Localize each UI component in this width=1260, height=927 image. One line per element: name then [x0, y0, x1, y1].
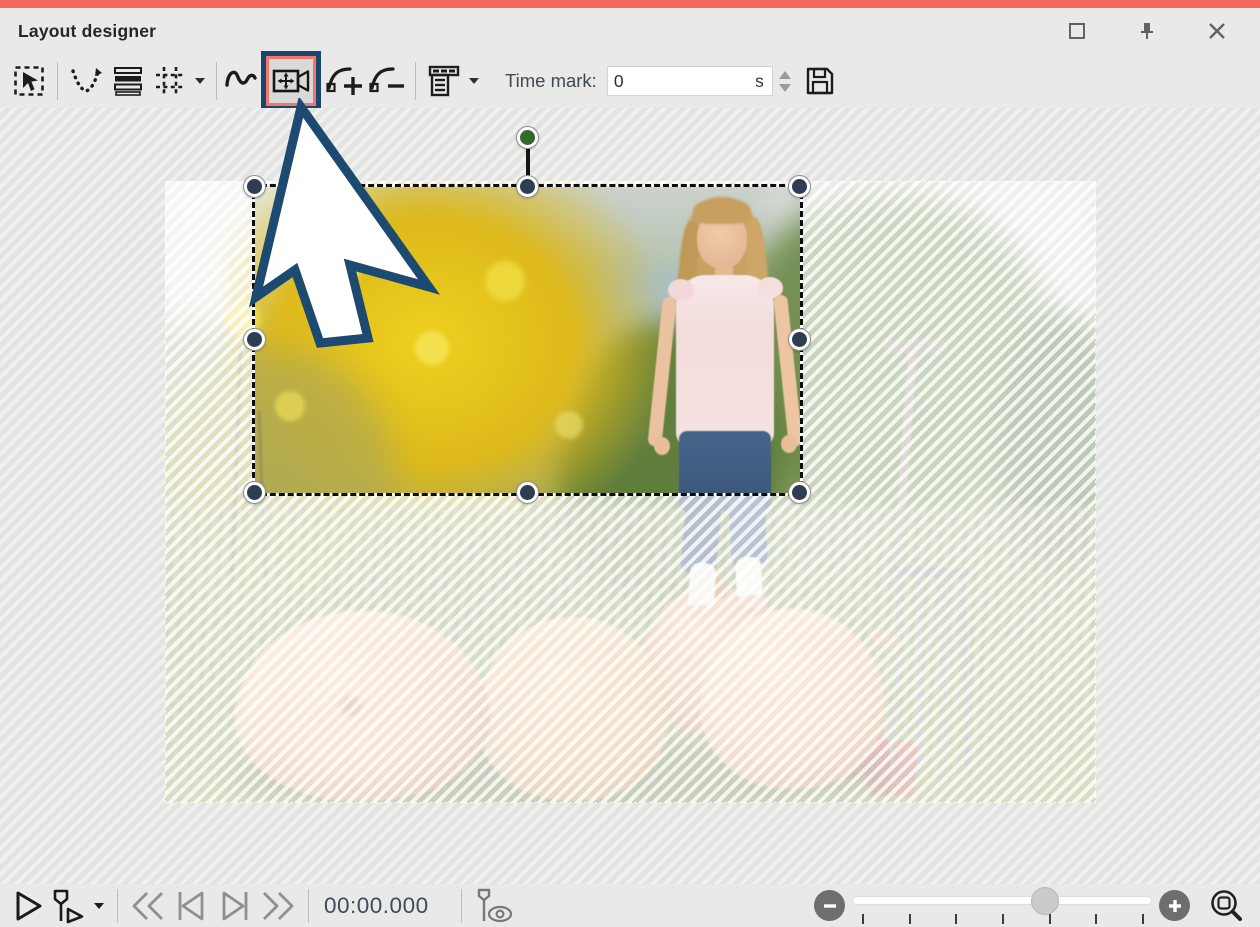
pin-icon	[1137, 21, 1157, 41]
maximize-button[interactable]	[1062, 16, 1092, 46]
selection-handle-bottom-left[interactable]	[244, 482, 265, 503]
slider-tick	[955, 914, 957, 924]
play-from-marker-icon	[51, 888, 87, 924]
marker-visibility-button[interactable]	[471, 886, 519, 926]
minus-icon	[822, 898, 838, 914]
select-tool-button[interactable]	[8, 58, 50, 104]
remove-curve-point-tool-button[interactable]	[366, 58, 408, 104]
photo-scene	[255, 187, 800, 493]
selection-handle-top-left[interactable]	[244, 176, 265, 197]
layers-icon	[113, 65, 143, 97]
slider-tick	[862, 914, 864, 924]
camera-pan-tool-button[interactable]	[261, 51, 321, 111]
toolbar-separator	[415, 62, 416, 100]
zoom-slider-track[interactable]	[853, 897, 1151, 904]
select-arrow-icon	[13, 65, 45, 97]
zoom-fit-button[interactable]	[1204, 886, 1248, 926]
transport-separator	[461, 889, 462, 923]
accent-bar	[0, 0, 1260, 8]
transport-bar: 00:00.000	[0, 884, 1260, 927]
selection-handle-bottom-center[interactable]	[517, 482, 538, 503]
spinner-down-arrow[interactable]	[779, 84, 791, 92]
previous-icon	[174, 888, 210, 924]
grid-tool-button[interactable]	[149, 58, 191, 104]
add-curve-point-tool-button[interactable]	[324, 58, 366, 104]
object-list-dropdown-arrow[interactable]	[469, 78, 479, 84]
object-list-tool-button[interactable]	[423, 58, 465, 104]
zoom-out-button[interactable]	[814, 890, 845, 921]
camera-pan-selection[interactable]	[255, 187, 800, 493]
motion-path-tool-button[interactable]	[224, 58, 258, 104]
time-display: 00:00.000	[324, 893, 429, 919]
object-list-icon	[428, 65, 460, 97]
zoom-in-button[interactable]	[1159, 890, 1190, 921]
time-mark-field: s	[607, 66, 773, 96]
marker-eye-icon	[474, 887, 516, 925]
rewind-button[interactable]	[127, 886, 171, 926]
slider-tick	[909, 914, 911, 924]
toolbar-separator	[216, 62, 217, 100]
selection-handle-bottom-right[interactable]	[789, 482, 810, 503]
spinner-up-arrow[interactable]	[779, 71, 791, 79]
next-icon	[216, 888, 252, 924]
forward-icon	[258, 888, 296, 924]
toolbar-separator	[57, 62, 58, 100]
selection-handle-middle-right[interactable]	[789, 329, 810, 350]
close-button[interactable]	[1202, 16, 1232, 46]
time-mark-input[interactable]	[608, 71, 755, 92]
time-mark-label: Time mark:	[505, 70, 597, 92]
slide-photo	[165, 181, 1096, 803]
play-from-marker-button[interactable]	[48, 886, 90, 926]
zoom-slider[interactable]	[853, 886, 1151, 926]
toolbar: Time mark: s	[0, 52, 1260, 110]
time-mark-spinner	[779, 71, 791, 92]
curve-icon	[225, 66, 257, 96]
forward-button[interactable]	[255, 886, 299, 926]
layout-designer-window: Layout designer	[0, 0, 1260, 927]
save-button[interactable]	[803, 58, 837, 104]
layers-tool-button[interactable]	[107, 58, 149, 104]
play-button[interactable]	[8, 886, 48, 926]
page-title: Layout designer	[18, 21, 156, 42]
curve-plus-icon	[326, 64, 364, 98]
selection-handle-top-center[interactable]	[517, 176, 538, 197]
selection-handle-middle-left[interactable]	[244, 329, 265, 350]
rotation-handle[interactable]	[517, 127, 538, 148]
titlebar: Layout designer	[0, 8, 1260, 54]
play-options-dropdown-arrow[interactable]	[94, 903, 104, 909]
previous-button[interactable]	[171, 886, 213, 926]
maximize-icon	[1067, 21, 1087, 41]
window-controls	[1062, 16, 1232, 46]
slider-tick	[1049, 914, 1051, 924]
play-icon	[11, 889, 45, 923]
pin-button[interactable]	[1132, 16, 1162, 46]
slider-tick	[1095, 914, 1097, 924]
time-mark-unit: s	[755, 71, 764, 92]
slider-tick	[1002, 914, 1004, 924]
camera-pan-icon	[272, 67, 310, 95]
rewind-icon	[130, 888, 168, 924]
plus-icon	[1167, 898, 1183, 914]
curve-minus-icon	[369, 64, 405, 98]
dotted-path-icon	[69, 65, 103, 97]
path-point-tool-button[interactable]	[65, 58, 107, 104]
close-icon	[1207, 21, 1227, 41]
selection-handle-top-right[interactable]	[789, 176, 810, 197]
grid-icon	[154, 65, 186, 97]
save-icon	[805, 66, 835, 96]
slider-tick	[1142, 914, 1144, 924]
transport-separator	[117, 889, 118, 923]
zoom-slider-thumb[interactable]	[1031, 887, 1059, 915]
zoom-fit-icon	[1207, 887, 1245, 925]
layout-canvas[interactable]	[0, 108, 1260, 884]
transport-separator	[308, 889, 309, 923]
next-button[interactable]	[213, 886, 255, 926]
grid-dropdown-arrow[interactable]	[195, 78, 205, 84]
